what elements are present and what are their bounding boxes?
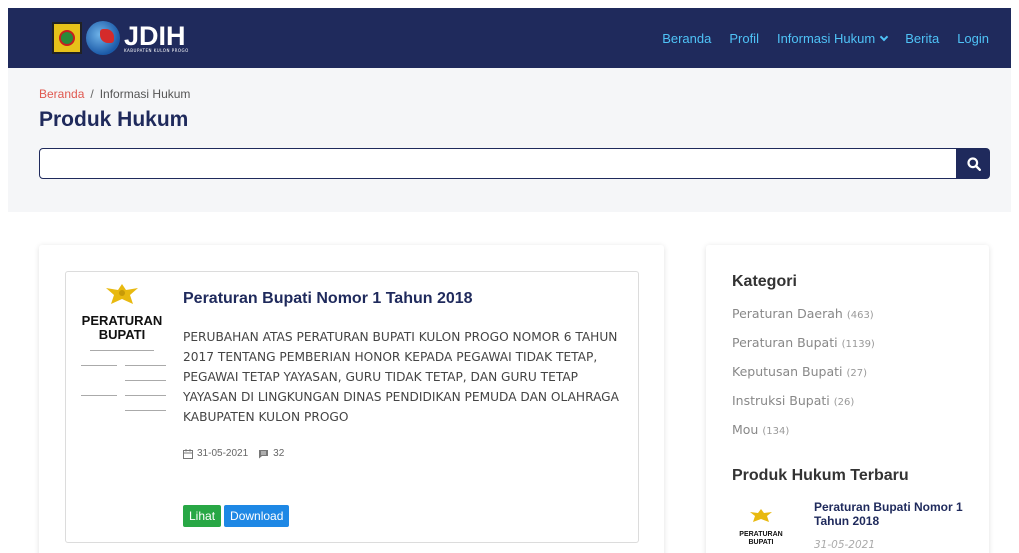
product-item: PERATURAN BUPATI Peraturan Bupati Nomor … [65, 271, 639, 543]
regency-emblem-icon [52, 22, 82, 54]
category-count: (26) [833, 397, 855, 408]
nav-item-login[interactable]: Login [957, 31, 989, 46]
nav-item-informasi-hukum[interactable]: Informasi Hukum [776, 30, 889, 46]
category-label: Peraturan Daerah [732, 306, 843, 321]
thumbnail-title-line1: PERATURAN [81, 313, 163, 328]
page-title: Produk Hukum [39, 108, 189, 131]
garuda-emblem-icon [105, 282, 139, 308]
view-button[interactable]: Lihat [183, 505, 222, 527]
product-comment-count: 32 [273, 448, 285, 459]
product-description: PERUBAHAN ATAS PERATURAN BUPATI KULON PR… [183, 330, 619, 424]
product-actions: Lihat Download [183, 505, 290, 527]
brand-subtitle: KABUPATEN KULON PROGO [124, 47, 189, 53]
top-navbar: JDIH KABUPATEN KULON PROGO Beranda Profi… [8, 8, 1011, 68]
product-list-card: PERATURAN BUPATI Peraturan Bupati Nomor … [39, 245, 664, 553]
nav-item-berita[interactable]: Berita [905, 31, 939, 46]
category-label: Instruksi Bupati [732, 393, 830, 408]
latest-product-date: 31-05-2021 [814, 539, 876, 551]
search-icon [966, 156, 981, 171]
search-input[interactable] [39, 148, 957, 179]
latest-product-thumbnail[interactable]: PERATURAN BUPATI [732, 508, 790, 547]
category-heading: Kategori [732, 273, 797, 290]
brand-name: JDIH [124, 20, 186, 51]
product-meta: 31-05-2021 32 [183, 448, 284, 459]
breadcrumb-current: Informasi Hukum [99, 87, 191, 101]
brand-logo[interactable]: JDIH KABUPATEN KULON PROGO [52, 21, 189, 55]
category-count: (134) [762, 426, 790, 437]
category-item[interactable]: Peraturan Daerah (463) [732, 306, 875, 335]
search-bar [39, 148, 990, 179]
product-thumbnail[interactable]: PERATURAN BUPATI [76, 282, 168, 432]
category-item[interactable]: Mou (134) [732, 422, 875, 451]
comment-icon [258, 449, 269, 459]
latest-thumbnail-title-line1: PERATURAN [739, 531, 783, 538]
category-item[interactable]: Peraturan Bupati (1139) [732, 335, 875, 364]
nav-item-beranda[interactable]: Beranda [662, 31, 711, 46]
thumbnail-text-lines [76, 350, 168, 411]
nav-item-profil[interactable]: Profil [729, 31, 759, 46]
chevron-down-icon [879, 32, 889, 41]
category-label: Keputusan Bupati [732, 364, 843, 379]
jdih-globe-icon [86, 21, 120, 55]
nav-menu: Beranda Profil Informasi Hukum Berita Lo… [644, 31, 989, 46]
download-button[interactable]: Download [224, 505, 290, 527]
product-date: 31-05-2021 [197, 448, 249, 459]
search-button[interactable] [957, 148, 990, 179]
category-count: (463) [846, 310, 874, 321]
thumbnail-title-line2: BUPATI [98, 327, 146, 342]
latest-product-title[interactable]: Peraturan Bupati Nomor 1 Tahun 2018 [814, 500, 974, 528]
category-label: Mou [732, 422, 759, 437]
category-count: (1139) [841, 339, 875, 350]
category-item[interactable]: Keputusan Bupati (27) [732, 364, 875, 393]
breadcrumb: Beranda / Informasi Hukum [39, 87, 190, 101]
calendar-icon [183, 448, 193, 459]
latest-thumbnail-title-line2: BUPATI [748, 539, 774, 546]
nav-item-informasi-hukum-label: Informasi Hukum [776, 30, 876, 46]
product-title[interactable]: Peraturan Bupati Nomor 1 Tahun 2018 [183, 290, 473, 308]
category-label: Peraturan Bupati [732, 335, 838, 350]
category-count: (27) [846, 368, 868, 379]
latest-product-item: PERATURAN BUPATI Peraturan Bupati Nomor … [732, 500, 972, 553]
sidebar-card: Kategori Peraturan Daerah (463) Peraturan… [706, 245, 989, 553]
category-list: Peraturan Daerah (463) Peraturan Bupati (1… [732, 306, 875, 451]
breadcrumb-home-link[interactable]: Beranda [39, 87, 84, 101]
category-item[interactable]: Instruksi Bupati (26) [732, 393, 875, 422]
breadcrumb-separator: / [90, 87, 94, 101]
latest-products-heading: Produk Hukum Terbaru [732, 467, 909, 484]
page-header: Beranda / Informasi Hukum Produk Hukum [8, 68, 1011, 212]
garuda-emblem-icon [750, 509, 772, 522]
